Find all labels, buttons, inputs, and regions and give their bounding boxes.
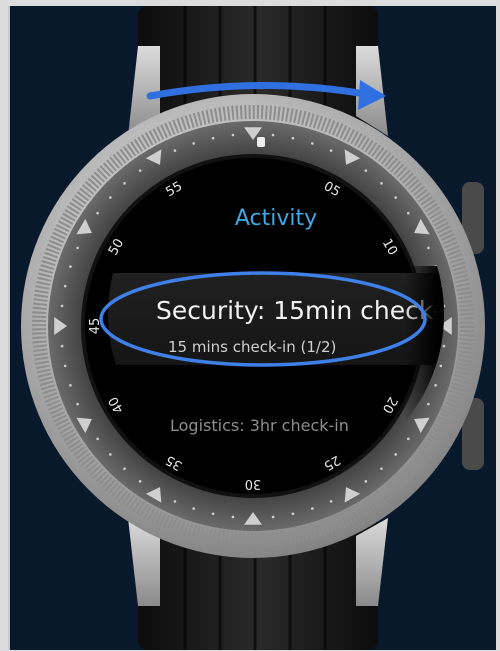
highlight-overlay: [99, 271, 427, 367]
selection-highlight-ellipse: [99, 271, 427, 367]
app-frame: 5505501045154020352530 Activity Security…: [8, 6, 496, 650]
